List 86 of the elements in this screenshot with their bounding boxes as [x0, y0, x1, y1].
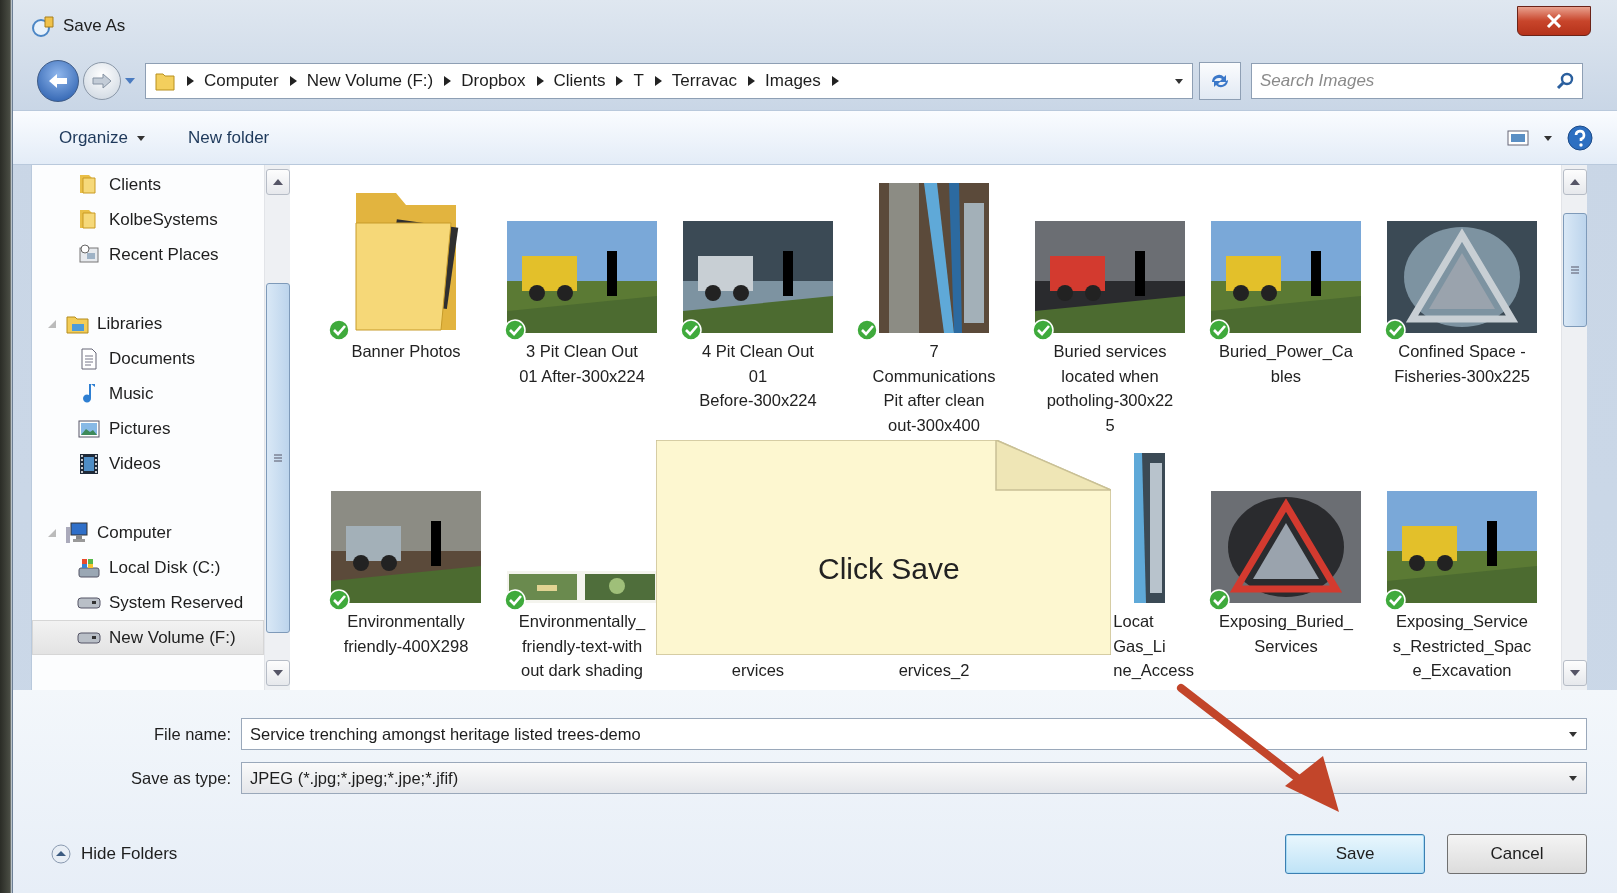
chevron-icon — [186, 76, 194, 86]
address-bar[interactable]: Computer New Volume (F:) Dropbox Clients T Terravac Images — [145, 63, 1193, 99]
file-label[interactable]: Confined Space - Fisheries-300x225 — [1394, 339, 1530, 388]
down-arrow-icon — [1569, 670, 1580, 676]
scrollbar-thumb[interactable] — [1562, 213, 1587, 327]
chevron-icon — [747, 76, 756, 86]
sidebar-item[interactable]: Computer — [32, 515, 264, 550]
caret-icon — [1568, 730, 1578, 738]
breadcrumb[interactable]: New Volume (F:) — [306, 71, 434, 91]
save-button[interactable]: Save — [1285, 834, 1425, 874]
chevron-icon — [288, 76, 297, 86]
scroll-up-button[interactable] — [1562, 169, 1587, 195]
callout-text: Click Save — [818, 552, 960, 586]
caret-icon[interactable] — [1543, 133, 1553, 142]
scroll-up-button[interactable] — [265, 169, 290, 195]
refresh-button[interactable] — [1199, 62, 1241, 100]
grip-icon — [272, 453, 283, 463]
breadcrumb[interactable]: Dropbox — [461, 71, 526, 91]
sidebar-item[interactable]: Music — [32, 376, 264, 411]
sidebar-item[interactable]: Recent Places — [32, 237, 264, 272]
sidebar-item[interactable]: Libraries — [32, 306, 264, 341]
hide-folders-button[interactable]: Hide Folders — [49, 842, 180, 866]
cancel-button[interactable]: Cancel — [1447, 834, 1587, 874]
scrollbar-thumb[interactable] — [265, 283, 290, 633]
file-label[interactable]: Buried services located when potholing-300x22 5 — [1046, 339, 1174, 437]
file-label[interactable]: ervices_2 — [898, 658, 970, 683]
file-label[interactable]: Exposing_Service s_Restricted_Spac e_Excavation — [1392, 609, 1532, 683]
down-arrow-icon — [272, 670, 283, 676]
file-name-field[interactable]: Service trenching amongst heritage listed trees-demo — [241, 718, 1587, 750]
up-arrow-icon — [272, 179, 283, 185]
drive-icon — [77, 631, 101, 644]
grip-icon — [1569, 265, 1580, 275]
field-label: File name: — [152, 724, 232, 744]
breadcrumb[interactable]: Terravac — [671, 71, 738, 91]
file-label[interactable]: Locat Gas_Li ne_Access — [1113, 609, 1194, 683]
videos-icon — [77, 451, 101, 476]
sidebar-item[interactable]: Documents — [32, 341, 264, 376]
up-arrow-icon — [1569, 179, 1580, 185]
back-arrow-icon — [47, 72, 69, 90]
scroll-down-button[interactable] — [1562, 660, 1587, 686]
file-label[interactable]: 3 Pit Clean Out 01 After-300x224 — [519, 339, 645, 388]
search-icon[interactable] — [1556, 72, 1574, 90]
drive-icon — [77, 596, 101, 609]
file-label[interactable]: Banner Photos — [351, 339, 461, 364]
file-label[interactable]: Exposing_Buried_ Services — [1219, 609, 1353, 658]
toolbar-button[interactable]: New folder — [174, 121, 284, 154]
file-label[interactable]: 4 Pit Clean Out 01 Before-300x224 — [699, 339, 817, 413]
breadcrumb[interactable]: Images — [765, 71, 821, 91]
window-title: Save As — [63, 16, 126, 36]
field-label: Save as type: — [130, 768, 232, 788]
help-icon[interactable] — [1567, 124, 1593, 151]
computer-icon — [65, 520, 89, 545]
close-button[interactable] — [1517, 6, 1591, 36]
breadcrumb[interactable]: T — [633, 71, 644, 91]
sidebar-item[interactable]: New Volume (F:) — [32, 620, 264, 655]
sidebar-item[interactable]: Videos — [32, 446, 264, 481]
view-icon[interactable] — [1507, 128, 1529, 147]
breadcrumb[interactable]: Clients — [553, 71, 606, 91]
close-icon — [1546, 14, 1562, 28]
file-label[interactable]: Environmentally friendly-400X298 — [343, 609, 469, 658]
app-icon — [31, 15, 55, 37]
file-label[interactable]: ervices — [731, 658, 785, 683]
sidebar-item[interactable]: Clients — [32, 167, 264, 202]
forward-arrow-icon — [91, 72, 113, 90]
sidebar-item[interactable]: Pictures — [32, 411, 264, 446]
sidebar-item[interactable]: Local Disk (C:) — [32, 550, 264, 585]
breadcrumb[interactable]: Computer — [204, 71, 279, 91]
chevron-icon — [615, 76, 624, 86]
caret-icon[interactable] — [1174, 77, 1184, 85]
toolbar-button[interactable]: Organize — [45, 121, 160, 154]
back-button[interactable] — [37, 60, 79, 102]
chevron-icon — [830, 76, 839, 86]
scroll-down-button[interactable] — [265, 660, 290, 686]
file-label[interactable]: 7 Communications Pit after clean out-300x400 — [872, 339, 996, 437]
file-label[interactable]: Environmentally_ friendly-text-with out dark shading — [518, 609, 646, 683]
sidebar-item[interactable]: KolbeSystems — [32, 202, 264, 237]
refresh-icon — [1209, 72, 1231, 90]
chevron-icon — [535, 76, 544, 86]
chevron-icon — [443, 76, 452, 86]
folder-icon — [154, 70, 176, 92]
caret-icon — [1568, 774, 1578, 782]
search-box[interactable]: Search Images — [1251, 63, 1583, 99]
chevron-icon — [653, 76, 662, 86]
sidebar-item[interactable]: System Reserved — [32, 585, 264, 620]
file-label[interactable]: Buried_Power_Ca bles — [1219, 339, 1353, 388]
type-select[interactable]: JPEG (*.jpg;*.jpeg;*.jpe;*.jfif) — [241, 762, 1587, 794]
